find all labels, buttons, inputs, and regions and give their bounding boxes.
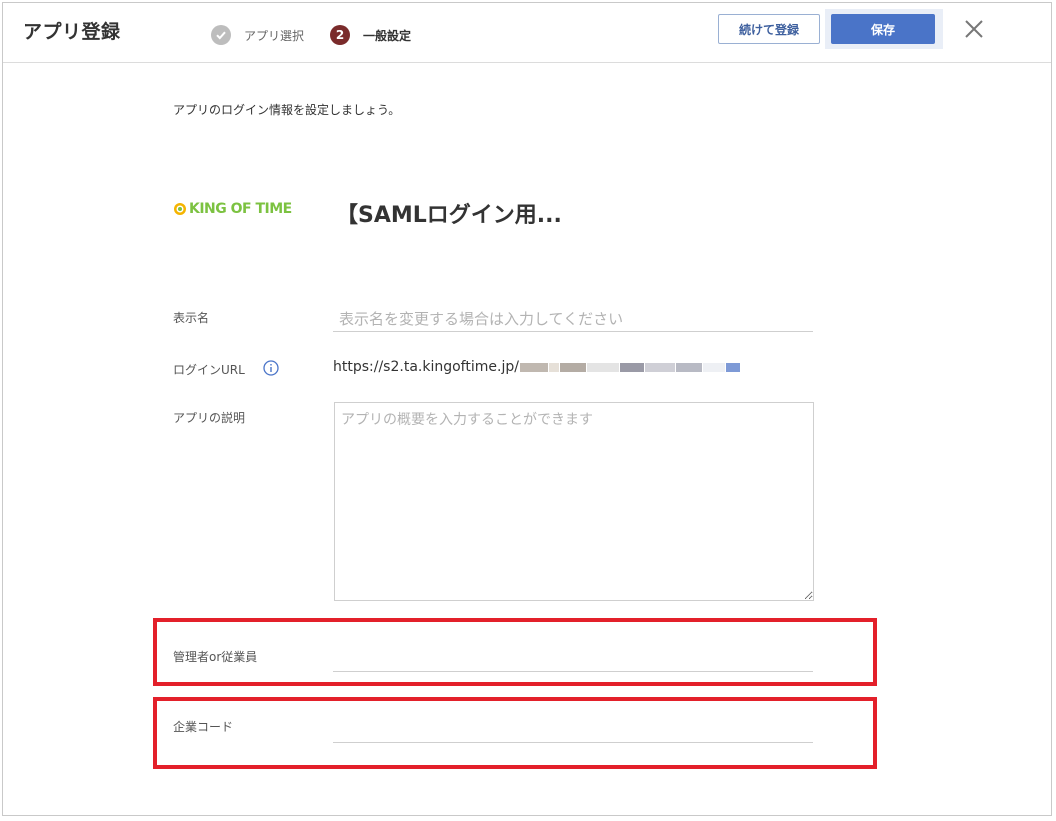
step-number-badge: 2 [330, 25, 351, 45]
stepper: アプリ選択 2 一般設定 [211, 25, 437, 45]
login-url-value: https://s2.ta.kingoftime.jp/ [333, 359, 740, 375]
save-button[interactable]: 保存 [831, 14, 935, 44]
check-icon [211, 25, 231, 45]
redacted-url-part [519, 362, 740, 372]
step-general-settings: 一般設定 [363, 28, 412, 43]
role-label: 管理者or従業員 [173, 650, 258, 664]
company-code-label: 企業コード [173, 720, 234, 734]
company-code-input[interactable] [333, 717, 813, 743]
intro-text: アプリのログイン情報を設定しましょう。 [173, 103, 401, 117]
dialog-title: アプリ登録 [23, 21, 121, 43]
logo-mark-icon [174, 203, 186, 215]
display-name-input[interactable] [333, 306, 813, 332]
info-icon[interactable] [263, 360, 279, 376]
login-url-text: https://s2.ta.kingoftime.jp/ [333, 359, 519, 375]
login-url-label: ログインURL [173, 363, 245, 377]
description-textarea[interactable] [334, 402, 814, 601]
continue-register-button[interactable]: 続けて登録 [718, 14, 820, 44]
logo-text: KING OF TIME [189, 201, 292, 217]
dialog-header: アプリ登録 アプリ選択 2 一般設定 続けて登録 保存 [3, 3, 1051, 63]
app-name: 【SAMLログイン用... [336, 203, 562, 228]
app-register-dialog: アプリ登録 アプリ選択 2 一般設定 続けて登録 保存 アプリのログイン情報を設… [2, 2, 1052, 816]
step-app-select: アプリ選択 [244, 28, 305, 43]
app-logo: KING OF TIME [173, 201, 292, 217]
display-name-label: 表示名 [173, 311, 210, 325]
close-icon[interactable] [963, 18, 985, 40]
save-button-focus-ring: 保存 [825, 9, 943, 49]
description-label: アプリの説明 [173, 411, 246, 425]
role-input[interactable] [333, 646, 813, 672]
